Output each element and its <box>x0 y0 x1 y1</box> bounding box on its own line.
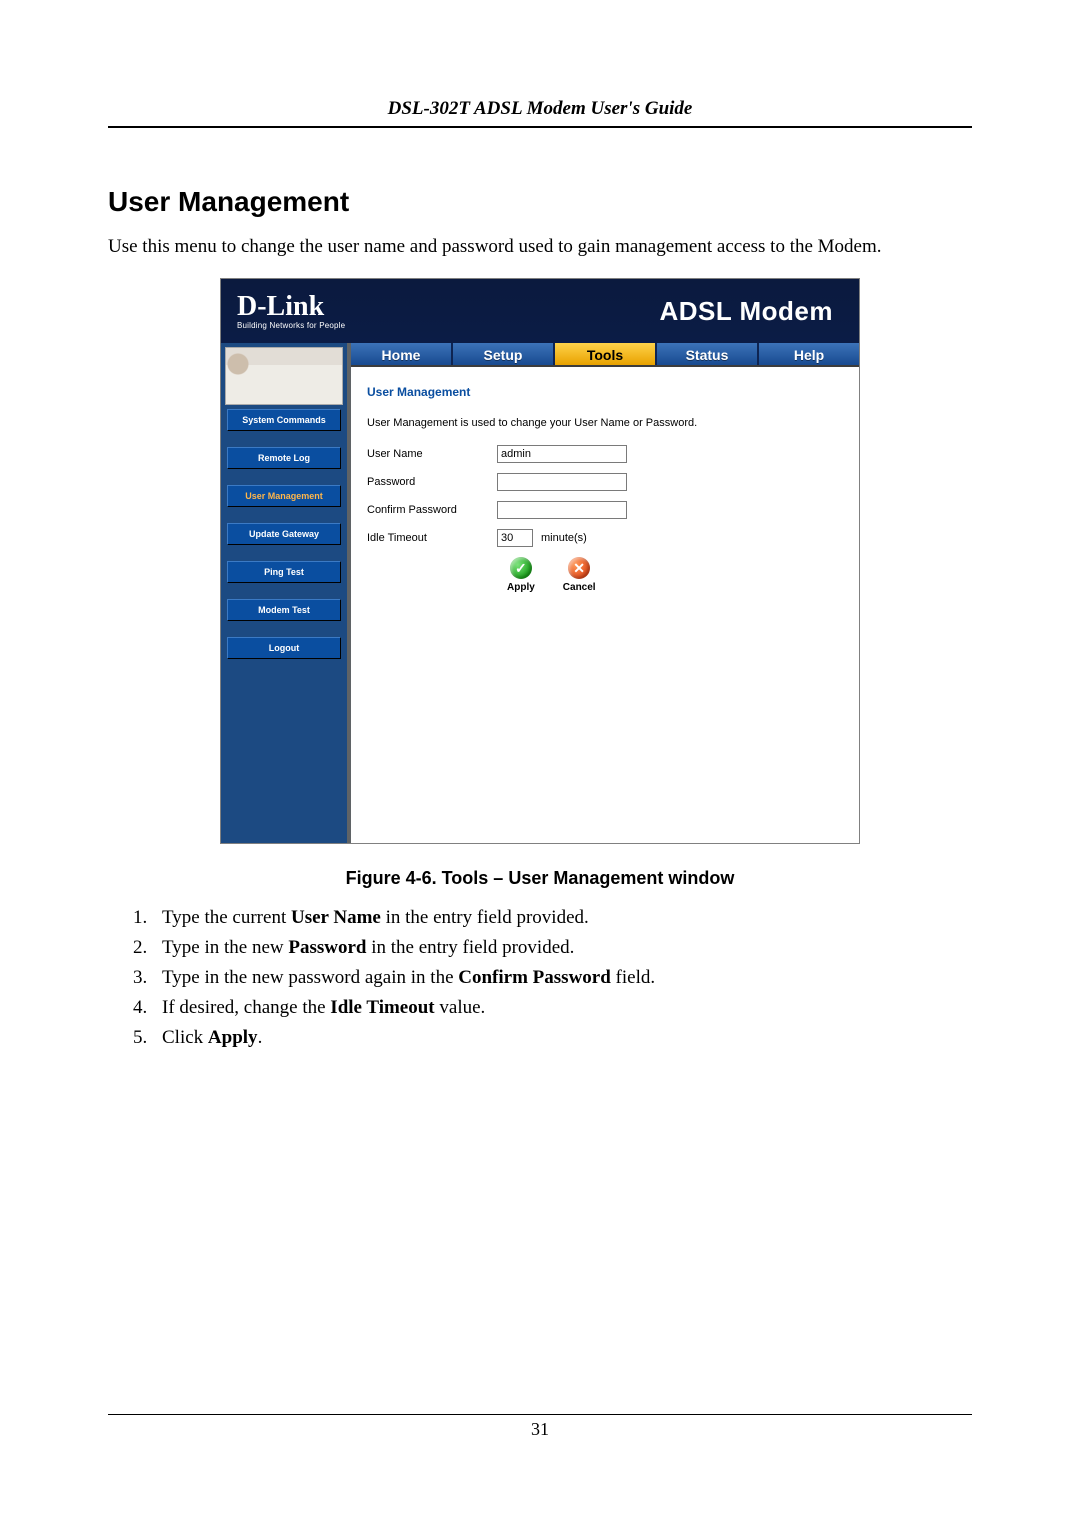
header-product-title: ADSL Modem <box>659 296 833 327</box>
row-idle-timeout: Idle Timeout minute(s) <box>367 529 843 547</box>
page-footer: 31 <box>108 1414 972 1440</box>
check-icon: ✓ <box>510 557 532 579</box>
password-label: Password <box>367 476 497 488</box>
panel-title: User Management <box>367 385 843 399</box>
instruction-list: Type the current User Name in the entry … <box>108 907 972 1049</box>
confirm-password-input[interactable] <box>497 501 627 519</box>
sidebar-item-modem-test[interactable]: Modem Test <box>227 599 341 621</box>
password-input[interactable] <box>497 473 627 491</box>
idle-timeout-input[interactable] <box>497 529 533 547</box>
tab-tools[interactable]: Tools <box>555 343 657 365</box>
idle-timeout-label: Idle Timeout <box>367 532 497 544</box>
dlink-logo-tagline: Building Networks for People <box>237 322 345 330</box>
router-ui-window: D-Link Building Networks for People ADSL… <box>220 278 860 844</box>
username-label: User Name <box>367 448 497 460</box>
router-header: D-Link Building Networks for People ADSL… <box>221 279 859 343</box>
figure-caption: Figure 4-6. Tools – User Management wind… <box>108 868 972 889</box>
instruction-step: Type the current User Name in the entry … <box>152 907 972 929</box>
instruction-step: Click Apply. <box>152 1027 972 1049</box>
instruction-step: Type in the new password again in the Co… <box>152 967 972 989</box>
instruction-bold: Idle Timeout <box>330 997 434 1018</box>
sidebar-item-logout[interactable]: Logout <box>227 637 341 659</box>
cancel-button[interactable]: ✕ Cancel <box>563 557 596 593</box>
instruction-step: Type in the new Password in the entry fi… <box>152 937 972 959</box>
panel-description: User Management is used to change your U… <box>367 417 843 429</box>
dlink-logo: D-Link Building Networks for People <box>237 293 345 330</box>
sidebar-item-system-commands[interactable]: System Commands <box>227 409 341 431</box>
tab-setup[interactable]: Setup <box>453 343 555 365</box>
content-area: Home Setup Tools Status Help User Manage… <box>351 343 859 843</box>
instruction-bold: Password <box>288 937 366 958</box>
instruction-bold: Apply <box>208 1027 258 1048</box>
sidebar-item-remote-log[interactable]: Remote Log <box>227 447 341 469</box>
instruction-step: If desired, change the Idle Timeout valu… <box>152 997 972 1019</box>
instruction-bold: Confirm Password <box>458 967 611 988</box>
instruction-bold: User Name <box>291 907 381 928</box>
intro-paragraph: Use this menu to change the user name an… <box>108 236 972 258</box>
idle-timeout-unit: minute(s) <box>541 532 587 544</box>
confirm-password-label: Confirm Password <box>367 504 497 516</box>
close-icon: ✕ <box>568 557 590 579</box>
row-username: User Name <box>367 445 843 463</box>
sidebar: System Commands Remote Log User Manageme… <box>221 343 351 843</box>
sidebar-item-update-gateway[interactable]: Update Gateway <box>227 523 341 545</box>
username-input[interactable] <box>497 445 627 463</box>
sidebar-item-user-management[interactable]: User Management <box>227 485 341 507</box>
cancel-label: Cancel <box>563 582 596 593</box>
section-title: User Management <box>108 186 972 218</box>
tab-home[interactable]: Home <box>351 343 453 365</box>
tab-bar: Home Setup Tools Status Help <box>351 343 859 367</box>
apply-button[interactable]: ✓ Apply <box>507 557 535 593</box>
action-row: ✓ Apply ✕ Cancel <box>507 557 843 593</box>
tab-status[interactable]: Status <box>657 343 759 365</box>
panel-user-management: User Management User Management is used … <box>351 367 859 613</box>
dlink-logo-text: D-Link <box>237 291 324 322</box>
sidebar-thumbnail <box>225 347 343 405</box>
row-password: Password <box>367 473 843 491</box>
row-confirm-password: Confirm Password <box>367 501 843 519</box>
page-number: 31 <box>531 1419 549 1439</box>
apply-label: Apply <box>507 582 535 593</box>
running-header: DSL-302T ADSL Modem User's Guide <box>108 98 972 128</box>
tab-help[interactable]: Help <box>759 343 859 365</box>
sidebar-item-ping-test[interactable]: Ping Test <box>227 561 341 583</box>
